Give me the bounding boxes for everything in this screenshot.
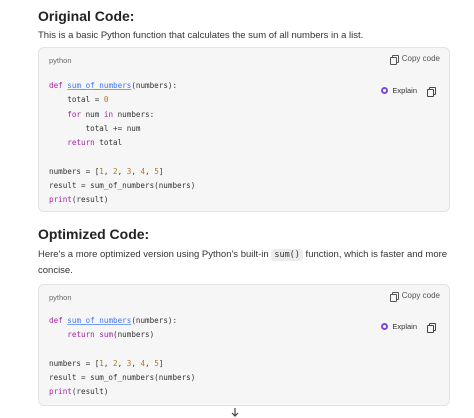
code-token: numbers = [ (49, 358, 100, 368)
code-actions: Explain (381, 322, 436, 333)
code-token: ] (158, 166, 164, 176)
code-token: result = sum_of_numbers(numbers) (49, 373, 196, 383)
code-token: 2 (113, 358, 118, 368)
description-text: concise. (38, 265, 73, 276)
code-token: result = sum_of_numbers(numbers) (49, 181, 196, 191)
code-token: (numbers): (131, 316, 178, 325)
code-token: def (49, 81, 63, 90)
explain-button[interactable]: Explain (381, 86, 417, 95)
code-token: sum_of_numbers (67, 316, 132, 325)
code-token: sum (99, 330, 114, 340)
code-content: def sum_of_numbers(numbers): return sum(… (49, 316, 196, 397)
copy-code-button[interactable]: Copy code (389, 291, 440, 302)
code-token: print (49, 195, 72, 205)
explain-label: Explain (392, 86, 417, 95)
code-token: 3 (126, 358, 132, 368)
code-token: (numbers) (113, 330, 155, 340)
code-token: return (67, 138, 95, 148)
copy-code-label: Copy code (401, 54, 440, 63)
code-token: ] (158, 358, 164, 368)
code-token: for (67, 109, 82, 119)
code-language-label: python (49, 293, 72, 302)
copy-icon[interactable] (427, 322, 436, 333)
code-token: (result) (71, 195, 109, 205)
code-token: 2 (113, 166, 118, 176)
optimized-code-block: python Copy code Explain def sum_of_numb… (38, 284, 450, 406)
original-code-heading: Original Code: (38, 8, 135, 24)
copy-code-label: Copy code (401, 291, 440, 300)
original-code-description: This is a basic Python function that cal… (38, 30, 364, 41)
explain-label: Explain (392, 322, 417, 331)
code-language-label: python (49, 56, 72, 65)
optimized-code-description: Here's a more optimized version using Py… (38, 247, 447, 279)
code-token: 0 (103, 95, 109, 105)
code-actions: Explain (381, 86, 436, 97)
code-token: total += num (49, 123, 141, 133)
inline-code: sum() (271, 249, 303, 261)
description-text: Here's a more optimized version using Py… (38, 249, 272, 260)
code-token: def (49, 316, 63, 325)
code-token: num (81, 109, 104, 119)
code-token: (numbers): (131, 81, 178, 90)
explain-icon (381, 87, 389, 94)
arrow-down-icon[interactable] (230, 407, 240, 418)
copy-icon[interactable] (427, 86, 436, 97)
copy-icon (389, 291, 399, 302)
code-token: 4 (140, 166, 146, 176)
code-token: numbers = [ (49, 166, 100, 176)
code-content: def sum_of_numbers(numbers): total = 0 f… (49, 81, 196, 205)
description-text: function, which is faster and more (302, 249, 448, 260)
code-token: numbers: (113, 109, 155, 119)
code-token: 1 (99, 166, 104, 176)
code-token: in (103, 109, 114, 119)
copy-code-button[interactable]: Copy code (389, 54, 440, 65)
code-token: total (94, 138, 123, 148)
code-token: total = (49, 95, 104, 105)
copy-icon (389, 54, 399, 65)
code-token: return (67, 330, 95, 340)
explain-icon (381, 323, 389, 330)
code-token: print (49, 387, 72, 397)
code-token: 3 (126, 166, 132, 176)
explain-button[interactable]: Explain (381, 322, 417, 331)
code-token: sum_of_numbers (67, 81, 132, 90)
optimized-code-heading: Optimized Code: (38, 226, 150, 242)
code-token: 1 (99, 358, 104, 368)
original-code-block: python Copy code Explain def sum_of_numb… (38, 47, 450, 212)
code-token: 4 (140, 358, 146, 368)
code-token: (result) (71, 387, 109, 397)
